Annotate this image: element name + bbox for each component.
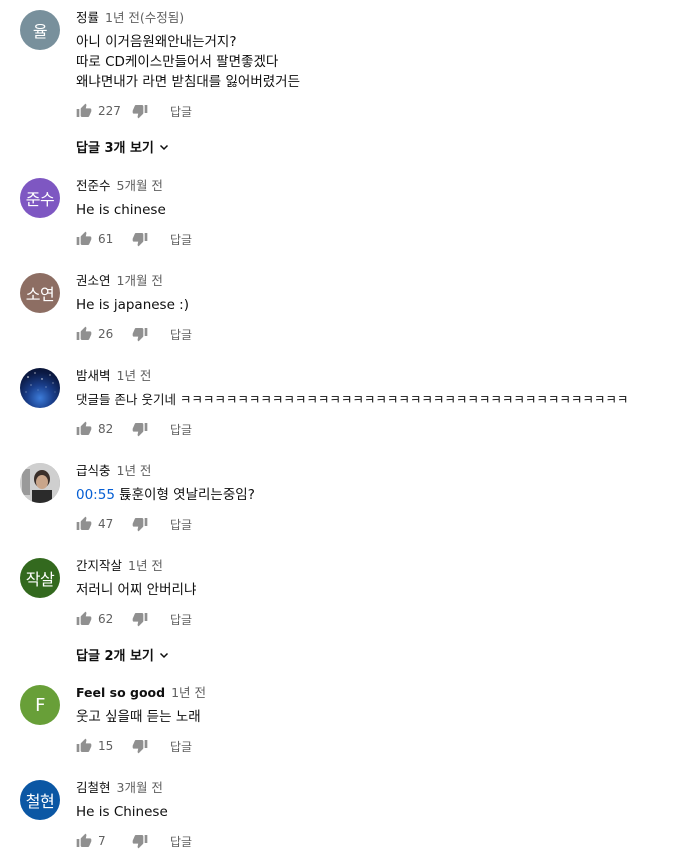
view-replies-label: 답글 2개 보기	[76, 649, 154, 664]
avatar[interactable]: 율	[20, 10, 60, 50]
comment-text: 댓글들 존나 웃기네 ㅋㅋㅋㅋㅋㅋㅋㅋㅋㅋㅋㅋㅋㅋㅋㅋㅋㅋㅋㅋㅋㅋㅋㅋㅋㅋㅋㅋㅋ…	[76, 392, 629, 407]
thumbs-up-icon[interactable]	[76, 326, 92, 342]
comment-text: 00:55 튡훈이형 엿날리는중임?	[76, 485, 670, 505]
comment-text: 웃고 싶을때 듣는 노래	[76, 709, 201, 725]
view-replies-button[interactable]: 답글 3개 보기	[76, 137, 670, 156]
comment-author[interactable]: 권소연	[76, 273, 111, 288]
avatar[interactable]	[20, 463, 60, 503]
starry-night-image	[25, 372, 56, 393]
thumbs-down-icon[interactable]	[132, 738, 148, 754]
comment-author[interactable]: 정률	[76, 10, 99, 25]
reply-button[interactable]: 답글	[170, 738, 192, 755]
chevron-down-icon	[158, 141, 170, 153]
comment-time[interactable]: 1년 전	[117, 368, 152, 383]
timestamp-link[interactable]: 00:55	[76, 487, 115, 503]
comment-text: 아니 이거음원왜안내는거지? 따로 CD케이스만들어서 팔면좋겠다 왜냐면내가 …	[76, 34, 301, 90]
comment-text: He is japanese :)	[76, 297, 189, 313]
thumbs-up-icon[interactable]	[76, 421, 92, 437]
view-replies-button[interactable]: 답글 2개 보기	[76, 645, 670, 664]
thumbs-down-icon[interactable]	[132, 231, 148, 247]
comment-text-body: 튡훈이형 엿날리는중임?	[114, 487, 255, 503]
like-count: 227	[98, 104, 121, 118]
comment-text: He is chinese	[76, 202, 166, 218]
reply-button[interactable]: 답글	[170, 421, 192, 438]
view-replies-label: 답글 3개 보기	[76, 141, 154, 156]
thumbs-down-icon[interactable]	[132, 833, 148, 849]
thumbs-up-icon[interactable]	[76, 738, 92, 754]
reply-button[interactable]: 답글	[170, 231, 192, 248]
avatar[interactable]: 준수	[20, 178, 60, 218]
avatar[interactable]: 작살	[20, 558, 60, 598]
comment-author[interactable]: 급식충	[76, 463, 111, 478]
comment-time[interactable]: 1년 전(수정됨)	[105, 10, 184, 25]
comment-author[interactable]: 간지작살	[76, 558, 122, 573]
thumbs-up-icon[interactable]	[76, 833, 92, 849]
thumbs-up-icon[interactable]	[76, 516, 92, 532]
comment-time[interactable]: 1년 전	[171, 685, 206, 700]
thumbs-up-icon[interactable]	[76, 231, 92, 247]
comment-time[interactable]: 1년 전	[117, 463, 152, 478]
avatar[interactable]: 철현	[20, 780, 60, 820]
avatar[interactable]: 소연	[20, 273, 60, 313]
like-count: 15	[98, 739, 114, 753]
comment-text: 저러니 어찌 안버리냐	[76, 582, 197, 598]
reply-button[interactable]: 답글	[170, 611, 192, 628]
chevron-down-icon	[158, 649, 170, 661]
reply-button[interactable]: 답글	[170, 516, 192, 533]
comment-time[interactable]: 1개월 전	[117, 273, 163, 288]
like-count: 47	[98, 517, 114, 531]
comment-time[interactable]: 3개월 전	[117, 780, 163, 795]
comment-author[interactable]: Feel so good	[76, 685, 165, 700]
avatar[interactable]: F	[20, 685, 60, 725]
thumbs-down-icon[interactable]	[132, 103, 148, 119]
comment-author[interactable]: 전준수	[76, 178, 111, 193]
like-count: 7	[98, 834, 106, 848]
thumbs-up-icon[interactable]	[76, 611, 92, 627]
like-count: 26	[98, 327, 114, 341]
like-count: 61	[98, 232, 114, 246]
comment-author[interactable]: 김철현	[76, 780, 111, 795]
reply-button[interactable]: 답글	[170, 833, 192, 850]
reply-button[interactable]: 답글	[170, 103, 192, 120]
comment-time[interactable]: 5개월 전	[117, 178, 163, 193]
thumbs-down-icon[interactable]	[132, 611, 148, 627]
reply-button[interactable]: 답글	[170, 326, 192, 343]
profile-photo-image	[20, 463, 60, 503]
thumbs-up-icon[interactable]	[76, 103, 92, 119]
comment-time[interactable]: 1년 전	[128, 558, 163, 573]
comment-author[interactable]: 밤새벽	[76, 368, 111, 383]
like-count: 82	[98, 422, 114, 436]
thumbs-down-icon[interactable]	[132, 421, 148, 437]
avatar[interactable]	[20, 368, 60, 408]
thumbs-down-icon[interactable]	[132, 326, 148, 342]
comment-text: He is Chinese	[76, 804, 168, 820]
like-count: 62	[98, 612, 114, 626]
thumbs-down-icon[interactable]	[132, 516, 148, 532]
